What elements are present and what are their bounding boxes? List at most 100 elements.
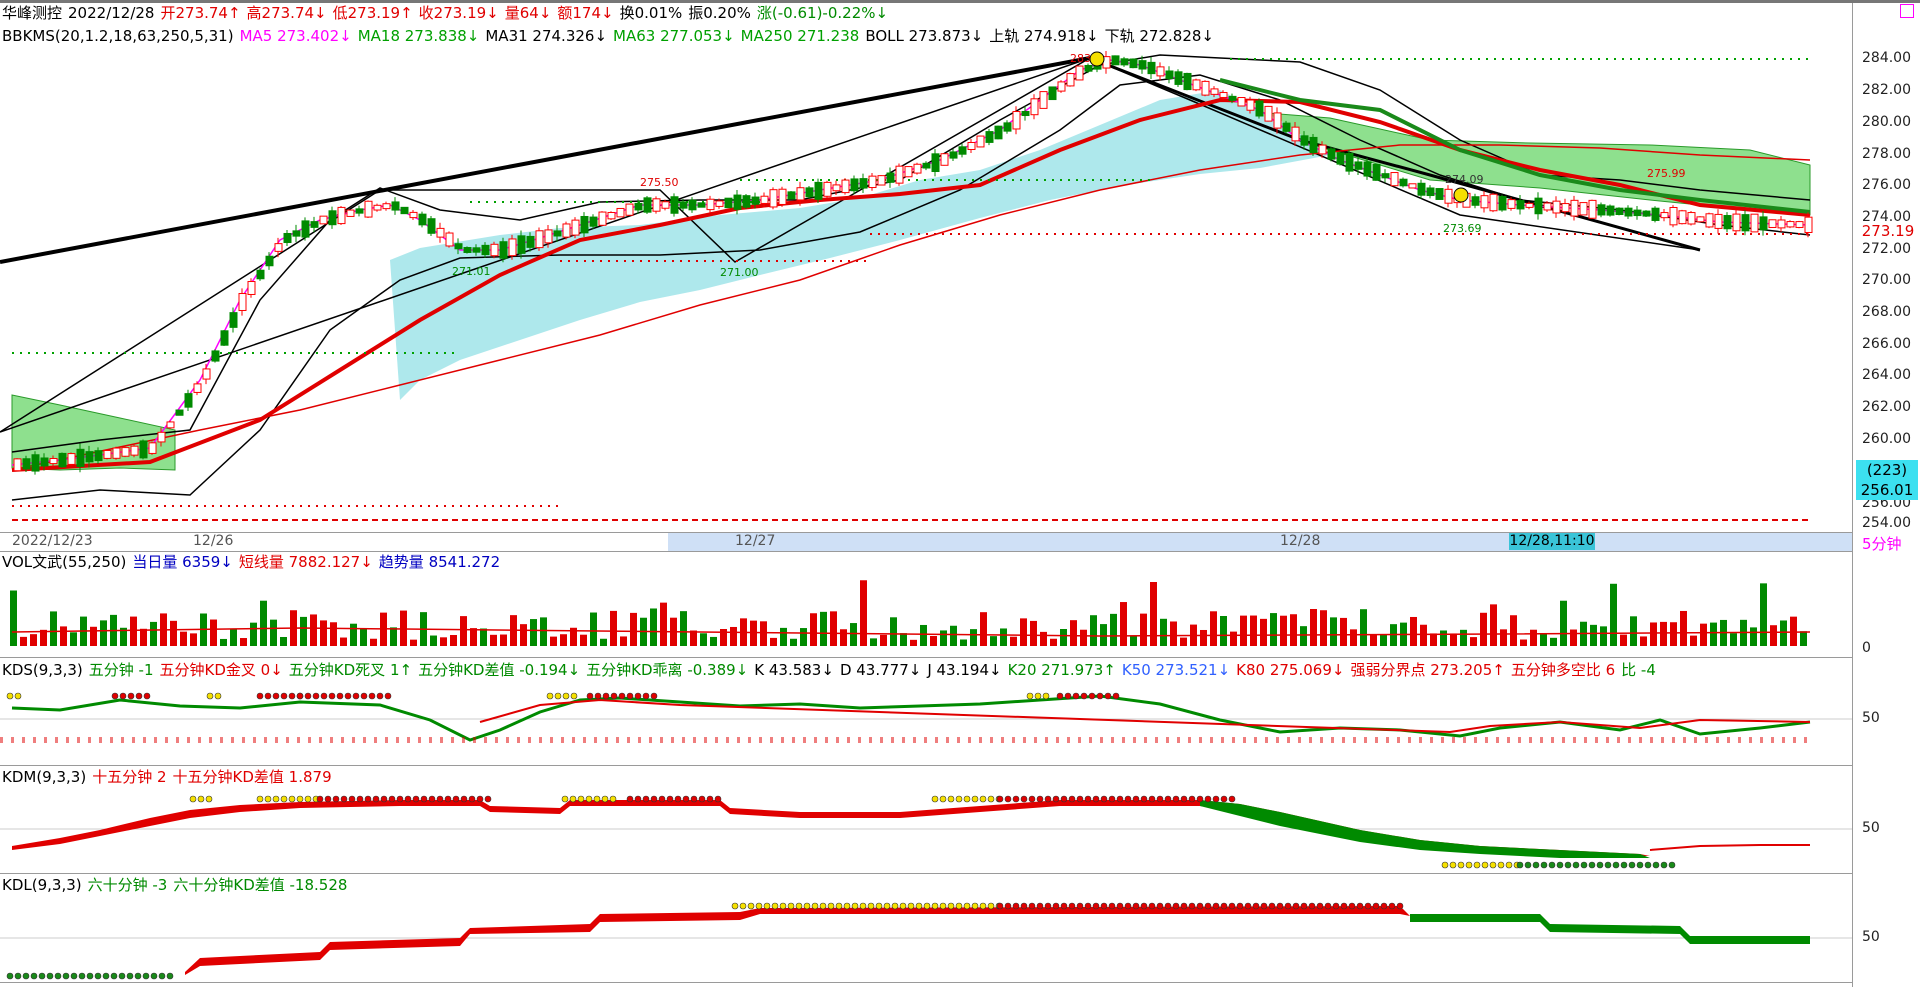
vol-axis-label: 0 — [1862, 640, 1871, 656]
signal-dot — [1396, 902, 1404, 910]
signal-dot — [867, 902, 875, 910]
signal-dot — [110, 972, 118, 980]
signal-dot — [1388, 902, 1396, 910]
signal-dot — [46, 972, 54, 980]
signal-dot — [1156, 902, 1164, 910]
signal-dot — [835, 902, 843, 910]
period-selector[interactable]: 5分钟 — [1862, 533, 1902, 554]
signal-dot — [907, 902, 915, 910]
signal-dot — [62, 972, 70, 980]
signal-dot — [1052, 902, 1060, 910]
signal-dot — [1164, 902, 1172, 910]
signal-dot — [1268, 902, 1276, 910]
signal-dot — [1140, 902, 1148, 910]
signal-dot — [1236, 902, 1244, 910]
signal-dot — [1244, 902, 1252, 910]
signal-dot — [1212, 902, 1220, 910]
signal-dot — [859, 902, 867, 910]
signal-dot — [1204, 902, 1212, 910]
price-axis-label: 264.00 — [1862, 367, 1911, 383]
signal-dot — [1132, 902, 1140, 910]
signal-dot — [947, 902, 955, 910]
signal-dot — [30, 972, 38, 980]
kdl-chart[interactable] — [0, 0, 1852, 987]
signal-dot — [875, 902, 883, 910]
last-price-label: 273.19 — [1858, 222, 1918, 240]
signal-dot — [1188, 902, 1196, 910]
signal-dot — [1364, 902, 1372, 910]
signal-dot — [1300, 902, 1308, 910]
price-axis-label: 254.00 — [1862, 515, 1911, 531]
signal-dot — [1100, 902, 1108, 910]
signal-dot — [86, 972, 94, 980]
signal-dot — [22, 972, 30, 980]
signal-dot — [1228, 902, 1236, 910]
price-axis-label: 262.00 — [1862, 399, 1911, 415]
signal-dot — [38, 972, 46, 980]
price-axis-label: 284.00 — [1862, 50, 1911, 66]
signal-dot — [78, 972, 86, 980]
signal-dot — [1340, 902, 1348, 910]
signal-dot — [1004, 902, 1012, 910]
signal-dot — [1076, 902, 1084, 910]
signal-dot — [1124, 902, 1132, 910]
signal-dot — [54, 972, 62, 980]
signal-dot — [1108, 902, 1116, 910]
price-axis-label: 280.00 — [1862, 114, 1911, 130]
signal-dot — [1380, 902, 1388, 910]
signal-dot — [939, 902, 947, 910]
signal-dot — [771, 902, 779, 910]
signal-dot — [1172, 902, 1180, 910]
kds-axis-label: 50 — [1862, 710, 1880, 726]
right-axis-divider — [1852, 3, 1853, 987]
signal-dot — [1332, 902, 1340, 910]
signal-dot — [931, 902, 939, 910]
signal-dot — [1356, 902, 1364, 910]
signal-dot — [1116, 902, 1124, 910]
signal-dot — [851, 902, 859, 910]
signal-dot — [1372, 902, 1380, 910]
price-axis-label: 268.00 — [1862, 304, 1911, 320]
signal-dot — [979, 902, 987, 910]
price-axis-label: 276.00 — [1862, 177, 1911, 193]
cursor-price-box: (223) 256.01 — [1856, 460, 1918, 500]
signal-dot — [915, 902, 923, 910]
signal-dot — [755, 902, 763, 910]
signal-dot — [819, 902, 827, 910]
signal-dot — [987, 902, 995, 910]
kdl-axis-label: 50 — [1862, 929, 1880, 945]
signal-dot — [158, 972, 166, 980]
signal-dot — [1020, 902, 1028, 910]
signal-dot — [118, 972, 126, 980]
signal-dot — [1044, 902, 1052, 910]
cursor-price: 256.01 — [1860, 481, 1914, 499]
signal-dot — [1196, 902, 1204, 910]
close-icon[interactable] — [1900, 4, 1914, 18]
signal-dot — [1348, 902, 1356, 910]
signal-dot — [779, 902, 787, 910]
signal-dot — [996, 902, 1004, 910]
signal-dot — [1068, 902, 1076, 910]
signal-dot — [126, 972, 134, 980]
signal-dot — [747, 902, 755, 910]
signal-dot — [1284, 902, 1292, 910]
kdm-axis-label: 50 — [1862, 820, 1880, 836]
signal-dot — [150, 972, 158, 980]
signal-dot — [1220, 902, 1228, 910]
signal-dot — [102, 972, 110, 980]
signal-dot — [803, 902, 811, 910]
signal-dot — [1060, 902, 1068, 910]
price-axis-label: 270.00 — [1862, 272, 1911, 288]
signal-dot — [14, 972, 22, 980]
signal-dot — [134, 972, 142, 980]
signal-dot — [166, 972, 174, 980]
signal-dot — [1316, 902, 1324, 910]
price-axis-label: 278.00 — [1862, 146, 1911, 162]
signal-dot — [70, 972, 78, 980]
signal-dot — [827, 902, 835, 910]
signal-dot — [763, 902, 771, 910]
cursor-count: (223) — [1866, 461, 1908, 479]
signal-dot — [843, 902, 851, 910]
signal-dot — [883, 902, 891, 910]
signal-dot — [739, 902, 747, 910]
